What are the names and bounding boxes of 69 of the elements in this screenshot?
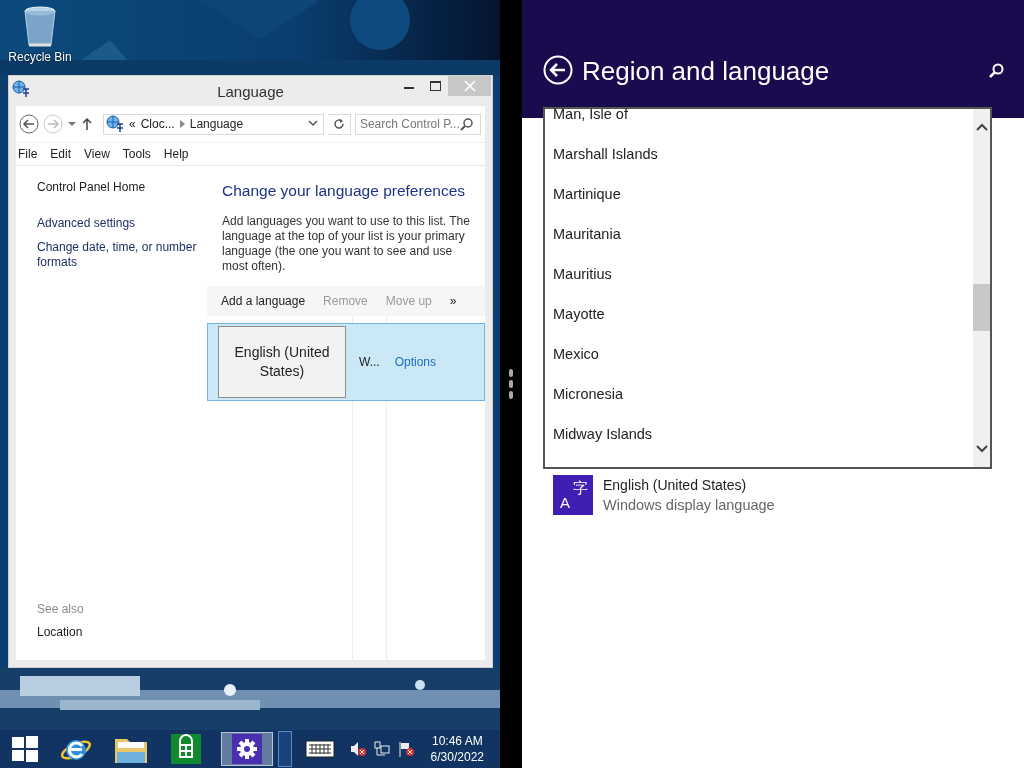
recent-pages-button[interactable] [67,120,77,128]
search-field[interactable]: Search Control P... [354,113,481,135]
address-crumb: Cloc... [140,117,175,131]
separator-icon [179,120,185,128]
taskbar-app[interactable] [221,732,273,766]
more-button[interactable]: » [449,294,457,308]
clock-date: 6/30/2022 [430,749,484,765]
muted-speaker-icon[interactable] [350,741,366,757]
country-option[interactable]: Mayotte [553,306,605,322]
flag-icon[interactable] [398,741,414,757]
search-icon [459,117,474,131]
page-title: Region and language [582,55,830,87]
store-bag-icon [171,734,201,764]
language-tile-icon: A 字 [553,475,593,515]
recycle-bin-icon[interactable] [23,6,57,48]
recycle-bin-label: Recycle Bin [8,50,72,64]
country-option[interactable]: Mauritania [553,226,621,242]
menu-item[interactable]: Tools [122,145,158,163]
search-button[interactable] [988,63,1004,79]
country-option[interactable]: Mauritius [553,266,612,282]
taskbar-handle[interactable] [278,731,292,767]
display-language-name: English (United States) [603,476,748,495]
chevron-down-icon[interactable] [975,445,988,453]
chevron-up-icon[interactable] [975,123,988,131]
country-option[interactable]: Martinique [553,186,621,202]
toolbar-button[interactable]: Add a language [221,294,306,308]
maximize-icon [429,81,441,91]
keyboard-icon[interactable] [305,740,335,758]
menu-item[interactable]: View [84,145,117,163]
language-icon [12,80,30,98]
language-name: English (United States) [218,326,346,398]
menu-item[interactable]: Edit [50,145,79,163]
back-button[interactable] [19,114,39,134]
splitter-handle-icon[interactable] [508,369,514,399]
sidebar-link[interactable]: Control Panel Home [37,180,201,195]
sidebar-link[interactable]: Location [37,625,201,640]
country-option[interactable]: Mexico [553,346,599,362]
gear-icon [232,734,262,764]
clock-time: 10:46 AM [431,733,483,749]
language-status: W... [359,355,380,369]
page-heading: Change your language preferences [222,182,466,200]
scrollbar[interactable] [973,109,990,467]
window-title: Language [217,82,284,100]
up-button[interactable] [81,117,93,131]
address-crumb: Language [189,117,244,131]
address-overflow: « [129,117,136,131]
see-also-heading: See also [37,602,85,616]
menu-item[interactable]: Help [163,145,196,163]
refresh-button[interactable] [327,113,351,135]
sidebar-link[interactable]: Change date, time, or number formats [37,240,201,270]
clock[interactable]: 10:46 AM 6/30/2022 [430,733,484,765]
language-icon [106,115,124,133]
refresh-icon [332,118,345,130]
close-icon [463,80,476,92]
country-option[interactable]: Micronesia [553,386,624,402]
language-row[interactable]: English (United States) W... Options [207,323,485,401]
scrollbar-thumb[interactable] [973,284,990,331]
options-link[interactable]: Options [394,355,437,369]
sidebar-link[interactable]: Advanced settings [37,216,201,231]
menu-item[interactable]: File [18,145,45,163]
country-option[interactable]: Marshall Islands [553,146,658,162]
country-list[interactable]: Man, Isle of Marshall Islands Martinique Mauritania Mauritius Mayotte Mexico Micronesia Midway Islands [543,107,992,469]
country-option[interactable]: Man, Isle of [553,109,628,122]
description: Add languages you want to use to this list. The language at the top of your list is your primary language (the one you want to see and use most often). [222,214,471,274]
chevron-down-icon [307,120,318,128]
network-icon[interactable] [374,741,390,757]
address-bar[interactable]: « Cloc... Language [103,113,324,135]
country-option[interactable]: Midway Islands [553,426,653,442]
display-language-caption: Windows display language [603,496,775,515]
